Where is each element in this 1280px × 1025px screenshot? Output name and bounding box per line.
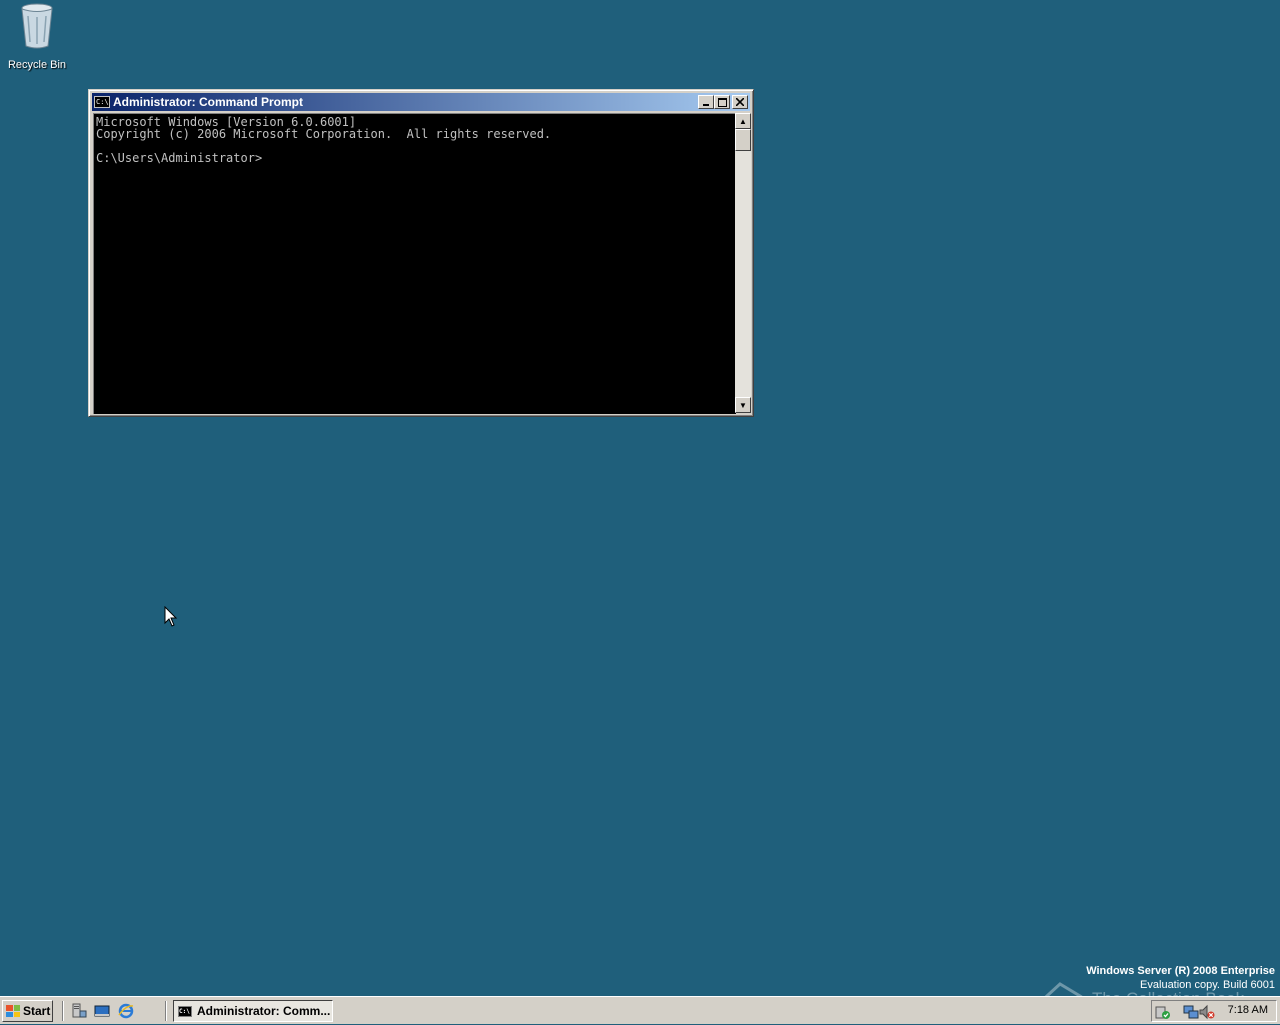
- network-icon[interactable]: [1183, 1004, 1199, 1020]
- desktop-icon-label: Recycle Bin: [7, 59, 67, 71]
- minimize-icon: [703, 104, 709, 106]
- internet-explorer-icon[interactable]: [118, 1003, 134, 1019]
- scroll-thumb[interactable]: [735, 129, 751, 151]
- console-prompt: C:\Users\Administrator>: [96, 151, 263, 165]
- maximize-button[interactable]: [714, 95, 730, 109]
- minimize-button[interactable]: [698, 95, 714, 109]
- vertical-scrollbar[interactable]: ▲ ▼: [735, 113, 751, 413]
- arrow-up-icon: ▲: [739, 116, 747, 126]
- scroll-down-button[interactable]: ▼: [735, 397, 751, 413]
- desktop-icon-recycle-bin[interactable]: Recycle Bin: [6, 2, 68, 71]
- recycle-bin-icon: [21, 3, 53, 49]
- window-title: Administrator: Command Prompt: [113, 95, 304, 109]
- start-button[interactable]: Start: [2, 1000, 53, 1022]
- maximize-icon: [717, 97, 727, 107]
- command-prompt-icon: C:\: [178, 1005, 192, 1017]
- taskbar-separator: [165, 1001, 167, 1021]
- mouse-pointer-icon: [164, 606, 178, 627]
- title-bar[interactable]: C:\ Administrator: Command Prompt: [92, 93, 750, 111]
- system-tray: 7:18 AM: [1151, 1000, 1277, 1022]
- command-prompt-window[interactable]: C:\ Administrator: Command Prompt Micros…: [88, 89, 754, 417]
- scroll-up-button[interactable]: ▲: [735, 113, 751, 129]
- command-prompt-icon: C:\: [94, 96, 110, 108]
- arrow-down-icon: ▼: [739, 400, 747, 410]
- taskbar-button-label: Administrator: Comm...: [197, 1004, 331, 1018]
- console-output[interactable]: Microsoft Windows [Version 6.0.6001] Cop…: [93, 113, 736, 414]
- taskbar-separator: [62, 1001, 64, 1021]
- close-button[interactable]: [732, 95, 748, 109]
- start-label: Start: [23, 1004, 51, 1018]
- close-icon: [736, 98, 744, 106]
- security-shield-icon[interactable]: [1155, 1004, 1171, 1020]
- show-desktop-icon[interactable]: [94, 1003, 110, 1019]
- console-line: Copyright (c) 2006 Microsoft Corporation…: [96, 127, 552, 141]
- volume-muted-icon[interactable]: [1199, 1004, 1215, 1020]
- server-manager-icon[interactable]: [71, 1003, 87, 1019]
- taskbar: Start C:\ Administrator: Comm... 7:18 AM: [0, 996, 1280, 1024]
- windows-logo-icon: [6, 1005, 20, 1017]
- clock[interactable]: 7:18 AM: [1228, 1004, 1268, 1016]
- taskbar-button-command-prompt[interactable]: C:\ Administrator: Comm...: [173, 1000, 333, 1022]
